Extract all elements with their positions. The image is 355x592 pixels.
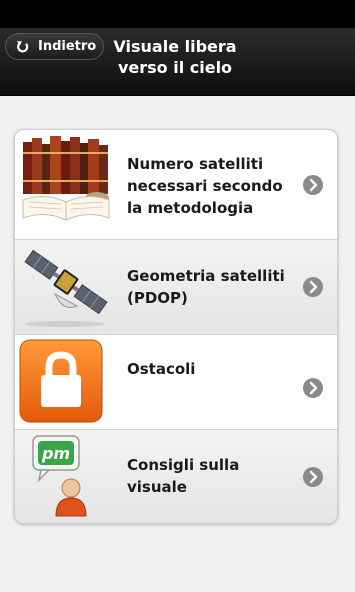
header-bar: Indietro Visuale libera verso il cielo [0,28,355,96]
svg-text:pm: pm [41,444,70,463]
pm-advisor-icon: pm [32,435,87,517]
list-item-label: Numero satelliti necessari secondo la me… [127,155,283,217]
list-item-label: Geometria satelliti (PDOP) [127,267,285,307]
chevron-right-icon [303,277,323,297]
list-item-ostacoli[interactable]: Ostacoli [15,335,337,430]
list-item-label: Consigli sulla visuale [127,456,240,496]
satellite-icon [24,249,108,327]
list-item-geometria-satelliti[interactable]: Geometria satelliti (PDOP) [15,240,337,335]
back-button[interactable]: Indietro [5,33,104,60]
status-bar [0,0,355,28]
lock-icon [19,339,103,423]
chevron-right-icon [303,175,323,195]
books-icon [22,136,110,221]
menu-list: Numero satelliti necessari secondo la me… [14,129,338,524]
chevron-right-icon [303,378,323,398]
list-item-numero-satelliti[interactable]: Numero satelliti necessari secondo la me… [15,130,337,240]
back-label: Indietro [38,39,97,54]
list-item-consigli-visuale[interactable]: pm Consigli sulla visuale [15,430,337,523]
chevron-right-icon [303,467,323,487]
page-title: Visuale libera verso il cielo [113,37,237,77]
list-item-label: Ostacoli [127,360,196,378]
back-arrow-icon [17,40,29,52]
